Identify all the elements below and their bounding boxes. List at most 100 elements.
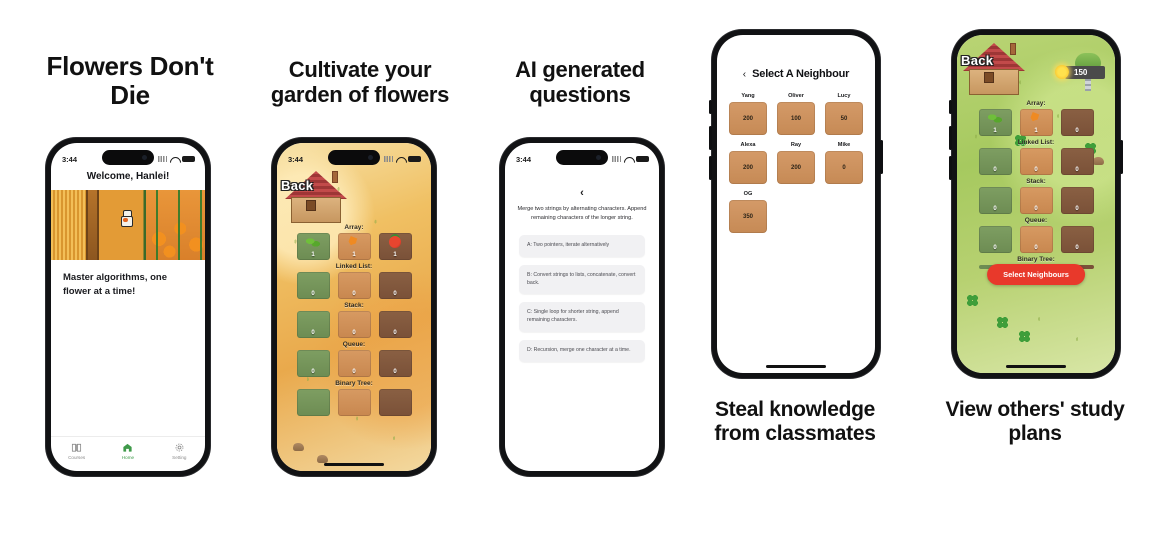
battery-icon — [182, 155, 195, 163]
plot-tile[interactable]: 0 — [1019, 226, 1053, 253]
neighbour-card[interactable]: Yang 200 — [729, 93, 767, 135]
tab-setting[interactable]: Setting — [156, 442, 202, 460]
volume-up-button — [949, 126, 952, 150]
plot-count: 0 — [311, 291, 315, 297]
answer-option-b[interactable]: B: Convert strings to lists, concatenate… — [519, 264, 645, 295]
back-chevron-icon[interactable]: ‹ — [743, 69, 746, 80]
plot-count: 1 — [393, 252, 397, 258]
plot-tile[interactable]: 1 — [378, 233, 412, 260]
plot-count: 0 — [993, 245, 997, 251]
tab-setting-label: Setting — [172, 455, 187, 460]
plot-count: 0 — [1075, 167, 1079, 173]
neighbour-card[interactable]: Lucy 50 — [825, 93, 863, 135]
camera-lens-icon — [596, 155, 601, 160]
plot-tile[interactable]: 0 — [1060, 109, 1094, 136]
plot-tile[interactable] — [378, 389, 412, 416]
tomato-crop-icon — [389, 236, 401, 248]
plot-tile[interactable]: 0 — [378, 350, 412, 377]
plot-tile[interactable]: 0 — [337, 311, 371, 338]
plot-tile[interactable]: 0 — [1019, 148, 1053, 175]
neighbour-card[interactable]: Alexa 200 — [729, 142, 767, 184]
neighbour-card[interactable]: Ray 200 — [777, 142, 815, 184]
plot-tile[interactable]: 0 — [337, 350, 371, 377]
neighbour-card[interactable]: Mike 0 — [825, 142, 863, 184]
home-indicator — [1006, 364, 1066, 368]
vine-art — [146, 190, 205, 260]
cellular-signal-icon — [612, 156, 621, 162]
section-stack: Stack: 0 0 0 — [277, 302, 431, 338]
plot-tile[interactable]: 0 — [296, 350, 330, 377]
plot-tile[interactable]: 1 — [337, 233, 371, 260]
silent-switch — [709, 100, 712, 114]
clover-icon — [997, 317, 1008, 328]
plot-tile[interactable]: 0 — [1060, 148, 1094, 175]
section-queue: Queue: 0 0 0 — [277, 341, 431, 377]
neighbour-score: 200 — [742, 115, 753, 122]
neighbour-card[interactable]: Oliver 100 — [777, 93, 815, 135]
caption-steal-knowledge: Steal knowledge from classmates — [714, 398, 876, 445]
answer-options-list: A: Two pointers, iterate alternatively B… — [519, 235, 645, 370]
plot-tile[interactable]: 0 — [296, 311, 330, 338]
plot-count: 0 — [352, 330, 356, 336]
plot-tile[interactable]: 0 — [978, 226, 1012, 253]
clover-icon — [967, 295, 978, 306]
tab-courses[interactable]: Courses — [54, 442, 100, 460]
neighbour-plot: 350 — [729, 200, 767, 233]
section-linked-list: Linked List: 0 0 0 — [957, 139, 1115, 175]
plot-sections-autumn: Array: 1 1 1 Linked List: 0 0 0 Stack: 0… — [277, 221, 431, 416]
plot-tile[interactable]: 0 — [1019, 187, 1053, 214]
plot-tile[interactable]: 0 — [337, 272, 371, 299]
plot-tile[interactable]: 0 — [978, 187, 1012, 214]
dynamic-island — [102, 150, 154, 165]
plot-tile[interactable]: 0 — [978, 148, 1012, 175]
coin-amount: 150 — [1065, 65, 1105, 79]
phone-mockup-question: 3:44 ‹ Merge two strings by alternating … — [500, 138, 664, 476]
neighbour-card[interactable]: OG 350 — [729, 191, 767, 233]
answer-option-a[interactable]: A: Two pointers, iterate alternatively — [519, 235, 645, 257]
plot-count: 1 — [352, 252, 356, 258]
back-chevron-icon[interactable]: ‹ — [505, 187, 659, 199]
plot-tile[interactable]: 1 — [978, 109, 1012, 136]
plot-sections-spring: Array: 1 1 0 Linked List: 0 0 0 Stack: 0… — [957, 97, 1115, 269]
plot-tile[interactable]: 0 — [1060, 187, 1094, 214]
volume-down-button — [949, 156, 952, 180]
carrot-crop-icon — [1030, 112, 1040, 126]
back-button[interactable]: Back — [961, 53, 993, 68]
home-indicator — [324, 462, 384, 466]
back-button[interactable]: Back — [281, 178, 313, 193]
plot-tile[interactable]: 0 — [378, 311, 412, 338]
plot-tile[interactable]: 1 — [1019, 109, 1053, 136]
plot-count: 0 — [1034, 167, 1038, 173]
neighbour-plot: 200 — [729, 151, 767, 184]
cellular-signal-icon — [158, 156, 167, 162]
dynamic-island — [556, 150, 608, 165]
bottom-tab-bar: Courses Home Setting — [51, 436, 205, 460]
status-time: 3:44 — [288, 154, 304, 164]
plot-tile[interactable]: 0 — [296, 272, 330, 299]
neighbour-plot: 100 — [777, 102, 815, 135]
plot-count: 0 — [1034, 206, 1038, 212]
sun-coin-icon — [1055, 65, 1069, 79]
plot-count: 0 — [1075, 206, 1079, 212]
section-binary-tree: Binary Tree: — [277, 380, 431, 416]
plot-tile[interactable]: 0 — [1060, 226, 1094, 253]
plot-count: 0 — [393, 330, 397, 336]
battery-icon — [636, 155, 649, 163]
phone-mockup-garden-autumn: 3:44 Back Array: 1 1 1 Linked List: 0 0 … — [272, 138, 436, 476]
power-button — [1120, 140, 1123, 174]
plot-tile[interactable]: 0 — [378, 272, 412, 299]
plot-tile[interactable]: 1 — [296, 233, 330, 260]
plot-count: 1 — [311, 252, 315, 258]
wheat-field-art — [51, 190, 88, 260]
answer-option-d[interactable]: D: Recursion, merge one character at a t… — [519, 339, 645, 362]
select-neighbours-button[interactable]: Select Neighbours — [987, 264, 1085, 285]
plot-tile[interactable] — [337, 389, 371, 416]
section-title: Stack: — [1026, 178, 1046, 185]
answer-option-c[interactable]: C: Single loop for shorter string, appen… — [519, 302, 645, 332]
tab-home[interactable]: Home — [105, 442, 151, 460]
plot-tile[interactable] — [296, 389, 330, 416]
question-prompt: Merge two strings by alternating charact… — [517, 206, 647, 221]
wifi-icon — [170, 156, 179, 163]
section-title: Queue: — [342, 341, 366, 348]
plot-count: 0 — [311, 330, 315, 336]
